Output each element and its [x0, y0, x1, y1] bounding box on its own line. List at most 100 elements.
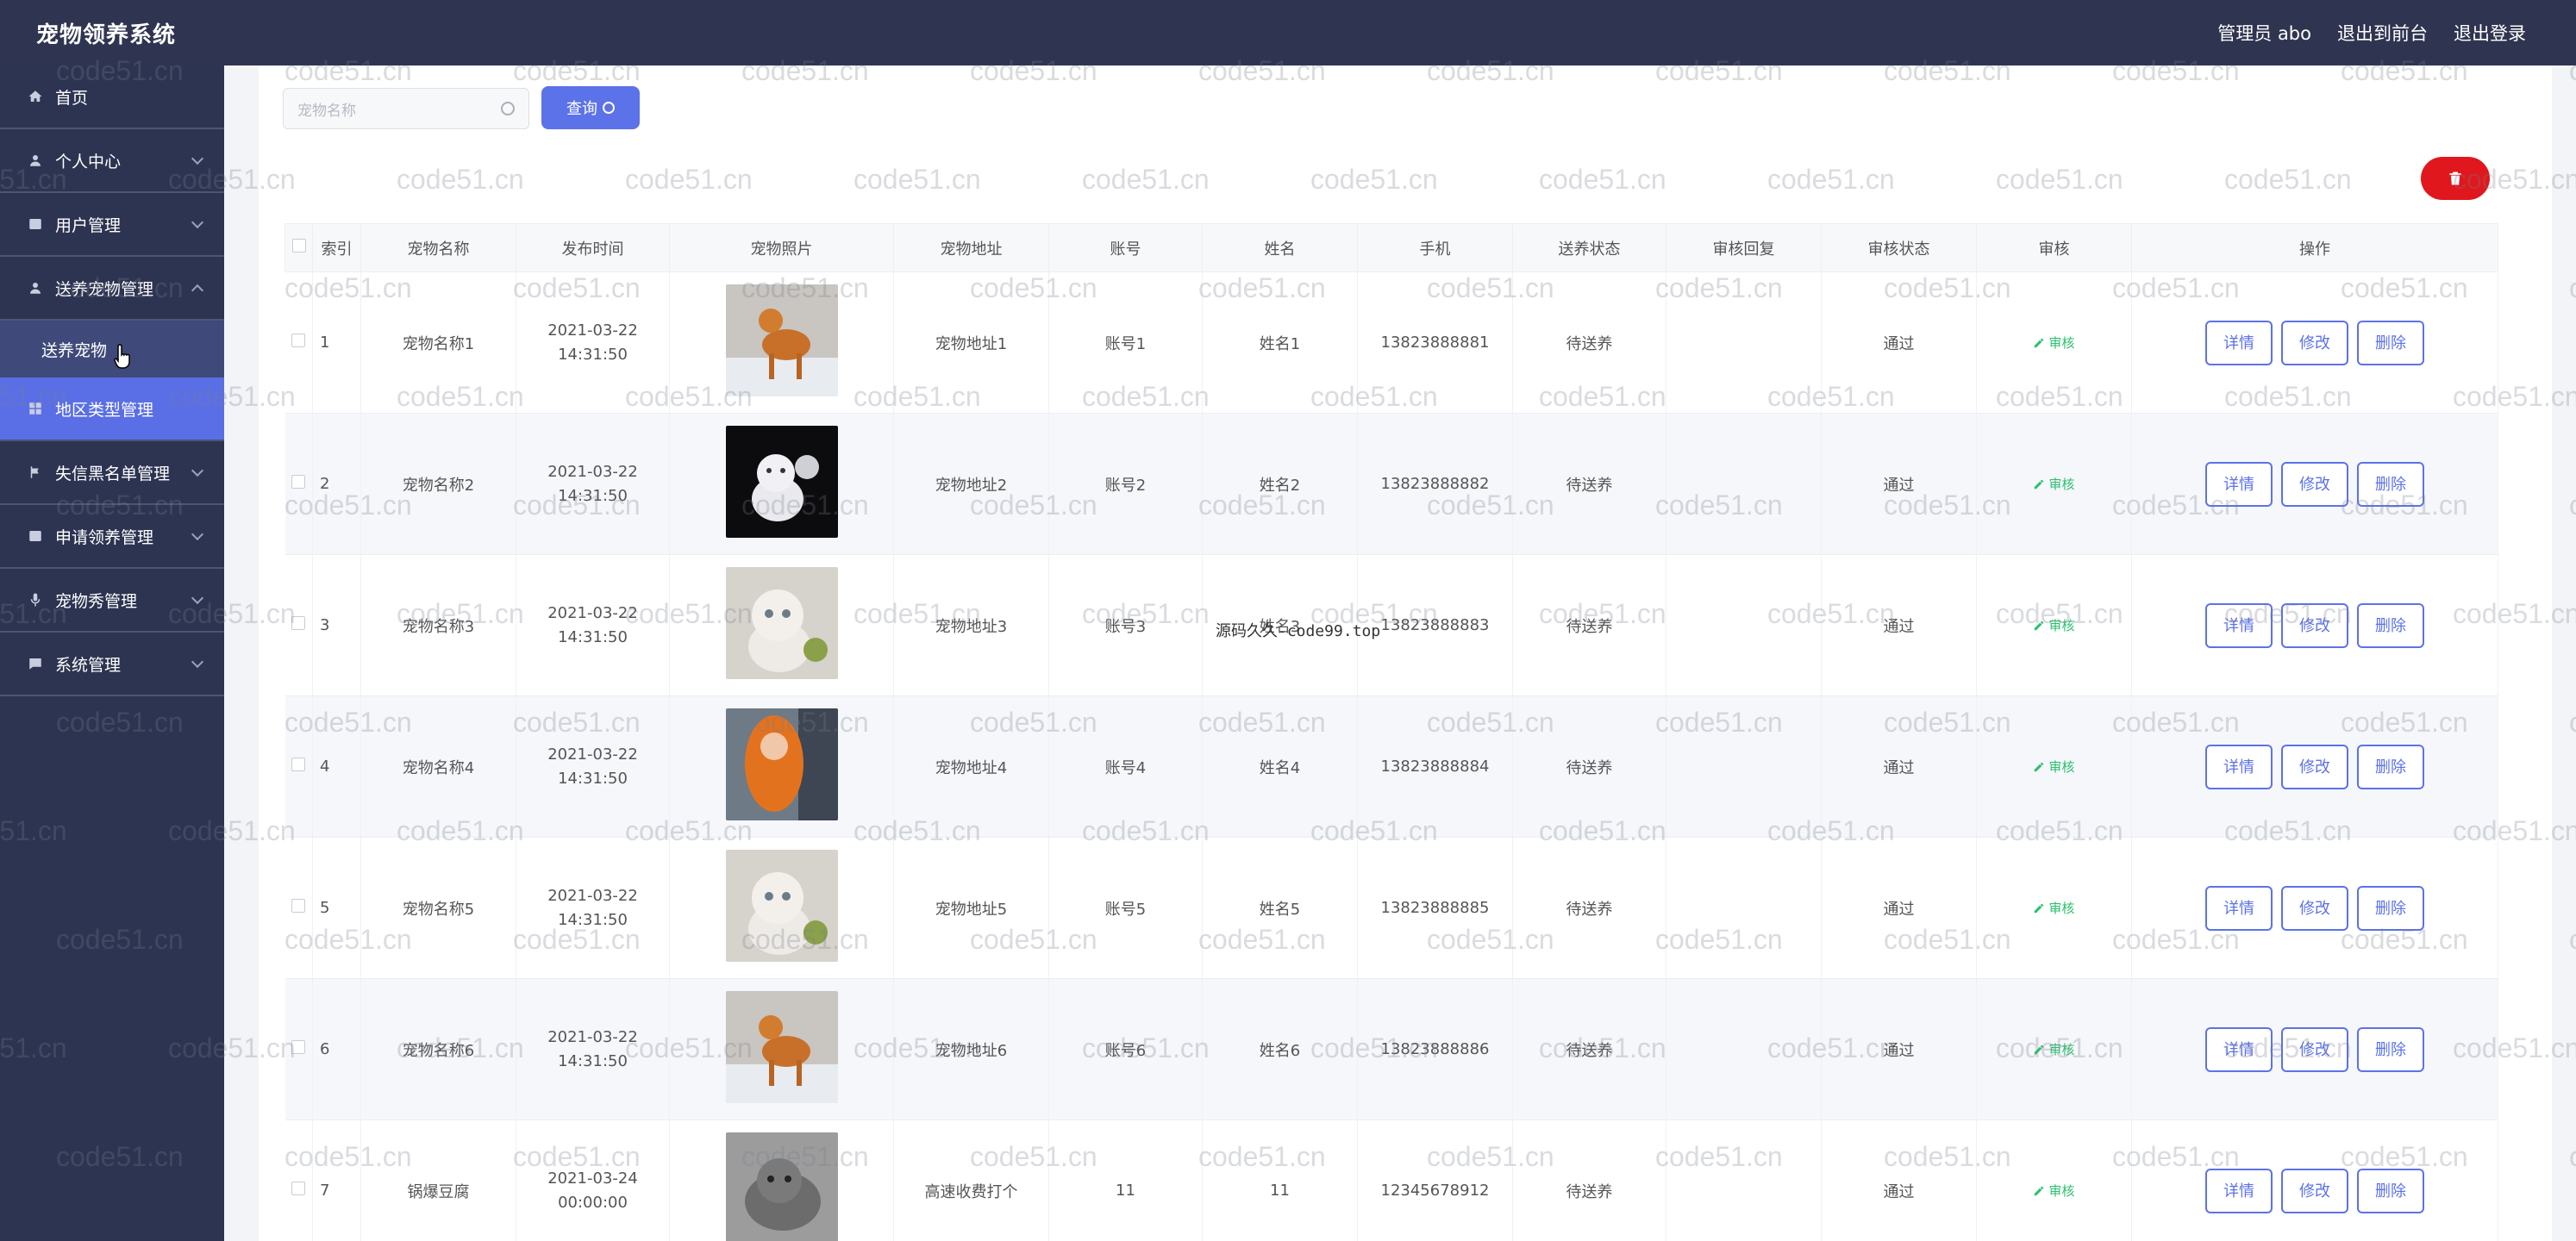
sidebar-subitem-pet-send[interactable]: 送养宠物 — [0, 321, 224, 377]
detail-button[interactable]: 详情 — [2205, 1168, 2273, 1213]
audit-label: 审核 — [2048, 477, 2075, 492]
sidebar-item-system[interactable]: 系统管理 — [0, 633, 224, 696]
delete-button[interactable]: 删除 — [2357, 320, 2424, 365]
pet-photo[interactable] — [725, 991, 838, 1107]
search-input[interactable]: 宠物名称 — [283, 88, 529, 129]
table-row: 2 宠物名称2 2021-03-22 14:31:50 宠物地址2 账号2 姓名2 1382… — [284, 413, 2498, 555]
cell-publish-time: 2021-03-22 14:31:50 — [516, 271, 670, 414]
edit-icon — [2035, 1186, 2044, 1196]
sidebar-item-blacklist[interactable]: 失信黑名单管理 — [0, 441, 224, 505]
delete-button[interactable]: 删除 — [2357, 1168, 2424, 1213]
row-checkbox[interactable] — [291, 758, 306, 771]
sidebar-item-home[interactable]: 首页 — [0, 65, 224, 129]
row-checkbox[interactable] — [291, 475, 306, 489]
delete-button[interactable]: 删除 — [2357, 885, 2424, 931]
edit-button[interactable]: 修改 — [2281, 885, 2348, 931]
audit-label: 审核 — [2048, 1183, 2075, 1199]
sidebar-item-pet-send-management[interactable]: 送养宠物管理 — [0, 257, 224, 321]
sidebar-item-user-management[interactable]: 用户管理 — [0, 193, 224, 257]
audit-link[interactable]: 审核 — [2033, 335, 2075, 351]
cell-pet-address: 宠物地址3 — [893, 554, 1049, 696]
sidebar-item-adoption-apply[interactable]: 申请领养管理 — [0, 505, 224, 569]
table-row: 1 宠物名称1 2021-03-22 14:31:50 宠物地址1 账号1 姓名1 1382… — [284, 271, 2498, 414]
sidebar: 首页 个人中心 用户管理 送养宠物管理 送养宠物 地区类型管理 失信黑名单管理 … — [0, 65, 224, 1241]
pet-photo[interactable] — [725, 708, 838, 825]
pet-photo[interactable] — [725, 284, 838, 401]
cell-pet-address: 宠物地址1 — [893, 271, 1049, 414]
logout-link[interactable]: 退出登录 — [2454, 20, 2526, 46]
detail-button[interactable]: 详情 — [2205, 461, 2273, 507]
audit-label: 审核 — [2048, 618, 2075, 633]
select-all-cell — [284, 223, 313, 272]
row-checkbox[interactable] — [291, 1040, 306, 1054]
chevron-down-icon — [191, 527, 204, 541]
cell-audit-reply — [1666, 554, 1822, 696]
sidebar-item-label: 宠物秀管理 — [55, 591, 138, 611]
delete-button[interactable]: 删除 — [2357, 744, 2424, 789]
watermark-text: code51.cn — [2569, 924, 2576, 955]
detail-button[interactable]: 详情 — [2205, 885, 2273, 931]
pet-photo[interactable] — [725, 1132, 838, 1241]
col-audit: 审核 — [1976, 223, 2132, 272]
cell-audit-reply — [1666, 978, 1822, 1120]
sidebar-item-personal-center[interactable]: 个人中心 — [0, 129, 224, 193]
row-checkbox[interactable] — [291, 1182, 306, 1195]
cell-index: 4 — [312, 695, 361, 838]
row-checkbox[interactable] — [291, 616, 306, 630]
sidebar-item-pet-show[interactable]: 宠物秀管理 — [0, 569, 224, 633]
header-actions: 管理员 abo 退出到前台 退出登录 — [2217, 20, 2526, 46]
audit-link[interactable]: 审核 — [2033, 618, 2075, 633]
cell-index: 3 — [312, 554, 361, 696]
watermark-text: code51.cn — [2569, 707, 2576, 738]
detail-button[interactable]: 详情 — [2205, 744, 2273, 789]
edit-icon — [2035, 1045, 2044, 1055]
detail-button[interactable]: 详情 — [2205, 1026, 2273, 1072]
row-select-cell — [284, 695, 313, 838]
cell-phone: 13823888885 — [1357, 837, 1513, 979]
delete-button[interactable]: 删除 — [2357, 461, 2424, 507]
pet-photo[interactable] — [725, 850, 838, 966]
watermark-text: code51.cn — [2569, 272, 2576, 303]
pet-photo[interactable] — [725, 426, 838, 542]
edit-button[interactable]: 修改 — [2281, 1026, 2348, 1072]
audit-link[interactable]: 审核 — [2033, 901, 2075, 916]
row-checkbox[interactable] — [291, 334, 306, 347]
sidebar-item-region-type[interactable]: 地区类型管理 — [0, 377, 224, 441]
audit-link[interactable]: 审核 — [2033, 759, 2075, 775]
cell-index: 5 — [312, 837, 361, 979]
col-pet-address: 宠物地址 — [893, 223, 1049, 272]
pet-table: 索引 宠物名称 发布时间 宠物照片 宠物地址 账号 姓名 手机 送养状态 审核回… — [284, 223, 2498, 1241]
delete-button[interactable]: 删除 — [2357, 602, 2424, 648]
cell-pet-address: 宠物地址6 — [893, 978, 1049, 1120]
home-icon — [26, 87, 45, 106]
row-select-cell — [284, 271, 313, 414]
user-icon — [26, 278, 45, 297]
audit-link[interactable]: 审核 — [2033, 1042, 2075, 1057]
edit-button[interactable]: 修改 — [2281, 1168, 2348, 1213]
edit-button[interactable]: 修改 — [2281, 461, 2348, 507]
edit-button[interactable]: 修改 — [2281, 744, 2348, 789]
select-all-checkbox[interactable] — [291, 239, 306, 253]
cell-account: 11 — [1048, 1119, 1203, 1241]
detail-button[interactable]: 详情 — [2205, 320, 2273, 365]
audit-link[interactable]: 审核 — [2033, 477, 2075, 492]
cell-phone: 13823888881 — [1357, 271, 1513, 414]
col-index: 索引 — [312, 223, 361, 272]
cell-name: 姓名4 — [1202, 695, 1358, 838]
cell-pet-photo — [669, 271, 894, 414]
pet-photo[interactable] — [725, 567, 838, 683]
edit-button[interactable]: 修改 — [2281, 602, 2348, 648]
chevron-down-icon — [191, 215, 204, 229]
detail-button[interactable]: 详情 — [2205, 602, 2273, 648]
search-button[interactable]: 查询 — [541, 86, 640, 129]
row-checkbox[interactable] — [291, 899, 306, 913]
audit-link[interactable]: 审核 — [2033, 1183, 2075, 1199]
exit-to-front-link[interactable]: 退出到前台 — [2337, 20, 2428, 46]
edit-button[interactable]: 修改 — [2281, 320, 2348, 365]
cell-account: 账号6 — [1048, 978, 1203, 1120]
cell-audit-reply — [1666, 1119, 1822, 1241]
col-publish-time: 发布时间 — [516, 223, 670, 272]
delete-button[interactable]: 删除 — [2357, 1026, 2424, 1072]
cell-publish-time: 2021-03-22 14:31:50 — [516, 695, 670, 838]
batch-delete-button[interactable] — [2421, 157, 2490, 200]
